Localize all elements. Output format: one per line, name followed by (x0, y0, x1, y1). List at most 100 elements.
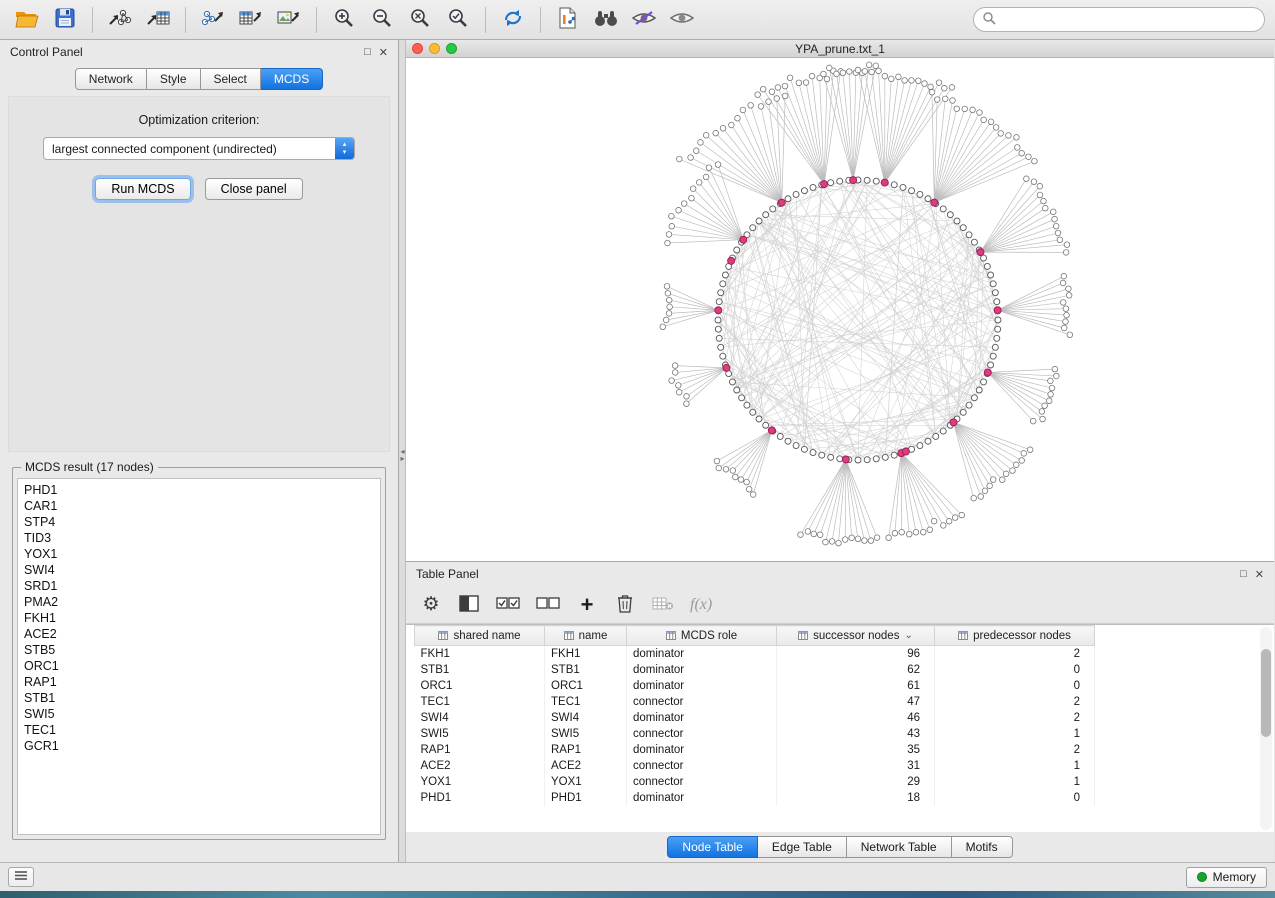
leaf-node[interactable] (703, 174, 709, 180)
leaf-node[interactable] (1041, 198, 1047, 204)
member-node[interactable] (793, 443, 799, 449)
mcds-result-item[interactable]: TID3 (24, 530, 374, 546)
leaf-node[interactable] (803, 80, 809, 86)
leaf-node[interactable] (940, 523, 946, 529)
leaf-node[interactable] (760, 86, 766, 92)
leaf-node[interactable] (672, 363, 678, 369)
member-node[interactable] (756, 218, 762, 224)
member-node[interactable] (960, 225, 966, 231)
leaf-node[interactable] (834, 71, 840, 77)
zoom-fit-button[interactable] (403, 4, 437, 36)
leaf-node[interactable] (829, 539, 835, 545)
member-node[interactable] (900, 184, 906, 190)
leaf-node[interactable] (913, 529, 919, 535)
member-node[interactable] (909, 188, 915, 194)
leaf-node[interactable] (849, 535, 855, 541)
table-row[interactable]: TEC1TEC1connector472 (415, 694, 1095, 710)
leaf-node[interactable] (842, 537, 848, 543)
leaf-node[interactable] (855, 67, 861, 73)
dominator-node[interactable] (881, 179, 888, 186)
export-network-button[interactable] (196, 4, 230, 36)
dominator-node[interactable] (728, 257, 735, 264)
member-node[interactable] (988, 362, 994, 368)
deselect-all-columns-button[interactable] (536, 593, 560, 617)
dominator-node[interactable] (902, 448, 909, 455)
member-node[interactable] (864, 457, 870, 463)
dominator-node[interactable] (850, 177, 857, 184)
member-node[interactable] (756, 416, 762, 422)
leaf-node[interactable] (868, 538, 874, 544)
member-node[interactable] (715, 317, 721, 323)
member-node[interactable] (882, 454, 888, 460)
close-panel-button[interactable]: Close panel (205, 178, 303, 200)
delete-column-button[interactable] (614, 593, 636, 617)
leaf-node[interactable] (716, 465, 722, 471)
member-node[interactable] (729, 379, 735, 385)
leaf-node[interactable] (959, 512, 965, 518)
mcds-result-item[interactable]: SWI4 (24, 562, 374, 578)
leaf-node[interactable] (775, 85, 781, 91)
leaf-node[interactable] (1061, 325, 1067, 331)
zoom-out-button[interactable] (365, 4, 399, 36)
leaf-node[interactable] (1060, 300, 1066, 306)
leaf-node[interactable] (934, 97, 940, 103)
leaf-node[interactable] (1061, 273, 1067, 279)
leaf-node[interactable] (1019, 150, 1025, 156)
tab-network[interactable]: Network (75, 68, 147, 90)
member-node[interactable] (947, 212, 953, 218)
show-all-button[interactable] (665, 4, 699, 36)
leaf-node[interactable] (962, 106, 968, 112)
close-panel-icon[interactable]: ✕ (379, 46, 388, 59)
leaf-node[interactable] (1067, 332, 1073, 338)
mcds-result-list[interactable]: PHD1CAR1STP4TID3YOX1SWI4SRD1PMA2FKH1ACE2… (17, 478, 381, 835)
find-button[interactable] (589, 4, 623, 36)
leaf-node[interactable] (1049, 385, 1055, 391)
leaf-node[interactable] (1010, 468, 1016, 474)
leaf-node[interactable] (909, 78, 915, 84)
leaf-node[interactable] (667, 304, 673, 310)
member-node[interactable] (995, 317, 1001, 323)
member-node[interactable] (984, 263, 990, 269)
import-table-button[interactable] (141, 4, 175, 36)
leaf-node[interactable] (750, 492, 756, 498)
leaf-node[interactable] (1006, 133, 1012, 139)
leaf-node[interactable] (817, 532, 823, 538)
member-node[interactable] (734, 247, 740, 253)
leaf-node[interactable] (1066, 286, 1072, 292)
leaf-node[interactable] (931, 518, 937, 524)
leaf-node[interactable] (676, 207, 682, 213)
member-node[interactable] (718, 290, 724, 296)
open-file-button[interactable] (10, 4, 44, 36)
open-network-in-browser-button[interactable] (551, 4, 585, 36)
leaf-node[interactable] (888, 76, 894, 82)
select-all-columns-button[interactable] (496, 593, 520, 617)
member-node[interactable] (864, 177, 870, 183)
dominator-node[interactable] (931, 199, 938, 206)
leaf-node[interactable] (689, 195, 695, 201)
network-window-titlebar[interactable]: YPA_prune.txt_1 (406, 40, 1274, 58)
leaf-node[interactable] (1066, 293, 1072, 299)
float-panel-icon[interactable]: □ (364, 46, 371, 59)
leaf-node[interactable] (1031, 179, 1037, 185)
leaf-node[interactable] (1021, 451, 1027, 457)
leaf-node[interactable] (1042, 205, 1048, 211)
leaf-node[interactable] (688, 155, 694, 161)
table-row[interactable]: PHD1PHD1dominator180 (415, 790, 1095, 806)
member-node[interactable] (793, 191, 799, 197)
table-row[interactable]: STB1STB1dominator620 (415, 662, 1095, 678)
leaf-node[interactable] (675, 383, 681, 389)
leaf-node[interactable] (929, 89, 935, 95)
leaf-node[interactable] (942, 96, 948, 102)
member-node[interactable] (994, 299, 1000, 305)
panel-splitter[interactable]: ◂▸ (399, 40, 406, 862)
table-row[interactable]: SWI4SWI4dominator462 (415, 710, 1095, 726)
leaf-node[interactable] (696, 180, 702, 186)
member-node[interactable] (873, 456, 879, 462)
search-input[interactable] (996, 13, 1256, 27)
leaf-node[interactable] (1040, 416, 1046, 422)
leaf-node[interactable] (740, 107, 746, 113)
member-node[interactable] (720, 353, 726, 359)
run-mcds-button[interactable]: Run MCDS (95, 178, 190, 200)
mcds-result-item[interactable]: PHD1 (24, 482, 374, 498)
network-canvas[interactable] (406, 58, 1274, 558)
